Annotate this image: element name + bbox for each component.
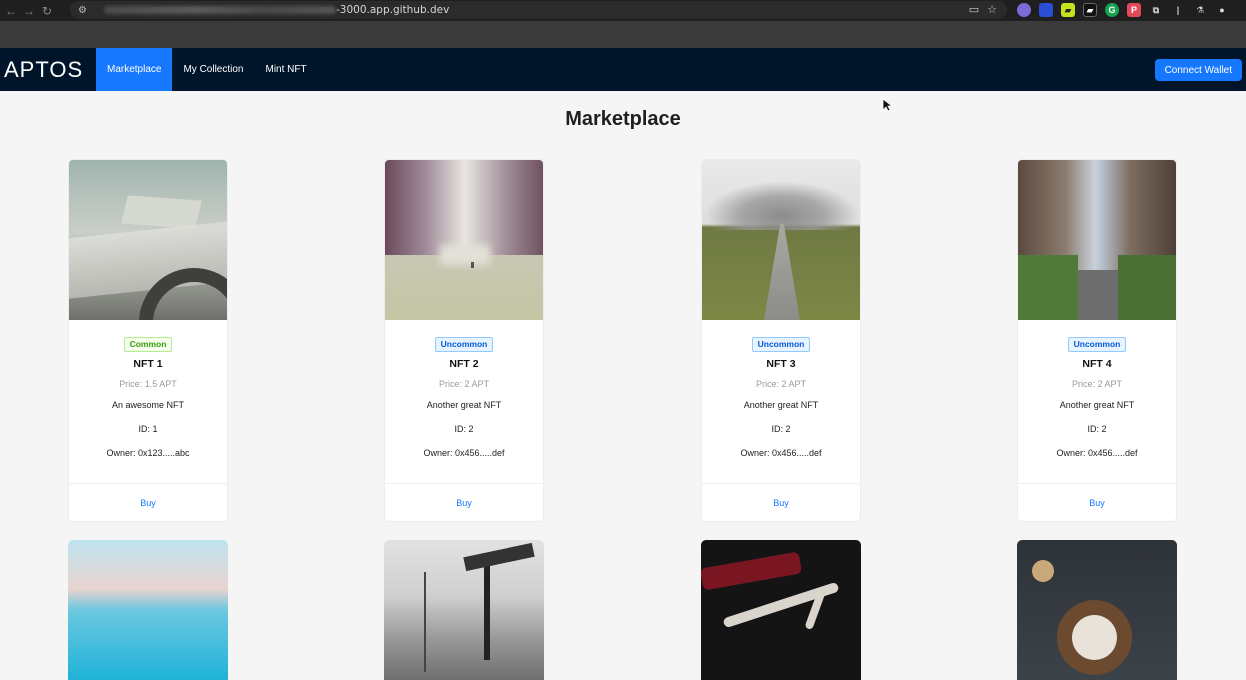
nft-price: Price: 2 APT xyxy=(755,379,807,389)
nft-image[interactable] xyxy=(385,160,543,320)
nft-price: Price: 1.5 APT xyxy=(119,379,177,389)
url-blurred-prefix xyxy=(104,6,336,14)
rarity-tag: Uncommon xyxy=(751,337,811,352)
browser-toolbar: ← → ↻ ⚙ -3000.app.github.dev ▭ ☆ ▰ ▰ G P… xyxy=(0,0,1246,21)
rarity-tag: Uncommon xyxy=(434,337,494,352)
extension-icon[interactable] xyxy=(1039,3,1053,17)
extension-icon[interactable]: P xyxy=(1127,3,1141,17)
nft-card: Uncommon NFT 3 Price: 2 APT Another grea… xyxy=(701,159,861,522)
mouse-cursor-icon xyxy=(882,98,892,112)
address-bar[interactable]: ⚙ -3000.app.github.dev ▭ ☆ xyxy=(70,1,1007,19)
nft-id: ID: 2 xyxy=(771,424,791,434)
menu-label: Marketplace xyxy=(107,64,162,75)
nft-id: ID: 2 xyxy=(454,424,474,434)
nft-owner: Owner: 0x456.....def xyxy=(740,448,822,458)
nft-card-image[interactable] xyxy=(701,540,861,680)
logo-text: APTOS xyxy=(4,56,84,82)
nft-card-image[interactable] xyxy=(1017,540,1177,680)
menu-item-marketplace[interactable]: Marketplace xyxy=(96,48,173,91)
extension-icon[interactable]: G xyxy=(1105,3,1119,17)
labs-flask-icon[interactable]: ⚗ xyxy=(1193,3,1207,17)
nft-owner: Owner: 0x456.....def xyxy=(423,448,505,458)
card-actions: Buy xyxy=(702,483,860,521)
connect-wallet-button[interactable]: Connect Wallet xyxy=(1154,59,1242,81)
nft-price: Price: 2 APT xyxy=(438,379,490,389)
site-settings-icon[interactable]: ⚙ xyxy=(78,5,94,16)
menu-label: My Collection xyxy=(183,64,244,75)
back-icon[interactable]: ← xyxy=(2,2,20,20)
nft-image[interactable] xyxy=(69,160,227,320)
browser-tab-strip xyxy=(0,21,1246,48)
divider-icon: | xyxy=(1176,5,1180,15)
card-actions: Buy xyxy=(1018,483,1176,521)
buy-button[interactable]: Buy xyxy=(773,498,789,508)
page-title: Marketplace xyxy=(565,108,681,130)
nft-description: Another great NFT xyxy=(1059,400,1135,410)
card-actions: Buy xyxy=(69,483,227,521)
nft-card: Common NFT 1 Price: 1.5 APT An awesome N… xyxy=(68,159,228,522)
url-text: -3000.app.github.dev xyxy=(336,4,450,16)
rarity-tag: Common xyxy=(123,337,173,352)
nft-description: Another great NFT xyxy=(426,400,502,410)
nft-owner: Owner: 0x456.....def xyxy=(1056,448,1138,458)
nft-id: ID: 1 xyxy=(138,424,158,434)
nft-card-image[interactable] xyxy=(68,540,228,680)
extensions-puzzle-icon[interactable]: ⧉ xyxy=(1149,3,1163,17)
menu-label: Mint NFT xyxy=(265,64,307,75)
reload-icon[interactable]: ↻ xyxy=(38,2,56,20)
buy-button[interactable]: Buy xyxy=(1089,498,1105,508)
nft-description: Another great NFT xyxy=(743,400,819,410)
menu-item-mint-nft[interactable]: Mint NFT xyxy=(255,48,318,91)
nft-owner: Owner: 0x123.....abc xyxy=(106,448,190,458)
nft-name: NFT 1 xyxy=(133,358,163,370)
profile-icon[interactable]: ● xyxy=(1215,3,1229,17)
nft-image[interactable] xyxy=(1018,160,1176,320)
extension-icon[interactable] xyxy=(1017,3,1031,17)
nft-id: ID: 2 xyxy=(1087,424,1107,434)
nft-image[interactable] xyxy=(702,160,860,320)
buy-button[interactable]: Buy xyxy=(456,498,472,508)
rarity-tag: Uncommon xyxy=(1067,337,1127,352)
nft-name: NFT 2 xyxy=(449,358,479,370)
app-navbar: APTOS Marketplace My Collection Mint NFT… xyxy=(0,48,1246,91)
bookmark-star-icon[interactable]: ☆ xyxy=(987,3,997,16)
nft-description: An awesome NFT xyxy=(111,400,185,410)
nft-name: NFT 3 xyxy=(766,358,796,370)
install-app-icon[interactable]: ▭ xyxy=(969,3,979,16)
nft-card: Uncommon NFT 4 Price: 2 APT Another grea… xyxy=(1017,159,1177,522)
forward-icon[interactable]: → xyxy=(20,2,38,20)
buy-button[interactable]: Buy xyxy=(140,498,156,508)
extension-icon[interactable]: ▰ xyxy=(1061,3,1075,17)
card-actions: Buy xyxy=(385,483,543,521)
aptos-logo[interactable]: APTOS xyxy=(0,48,96,91)
nft-price: Price: 2 APT xyxy=(1071,379,1123,389)
nft-name: NFT 4 xyxy=(1082,358,1112,370)
nft-card: Uncommon NFT 2 Price: 2 APT Another grea… xyxy=(384,159,544,522)
menu-item-my-collection[interactable]: My Collection xyxy=(172,48,254,91)
nft-card-image[interactable] xyxy=(384,540,544,680)
extension-icon[interactable]: ▰ xyxy=(1083,3,1097,17)
